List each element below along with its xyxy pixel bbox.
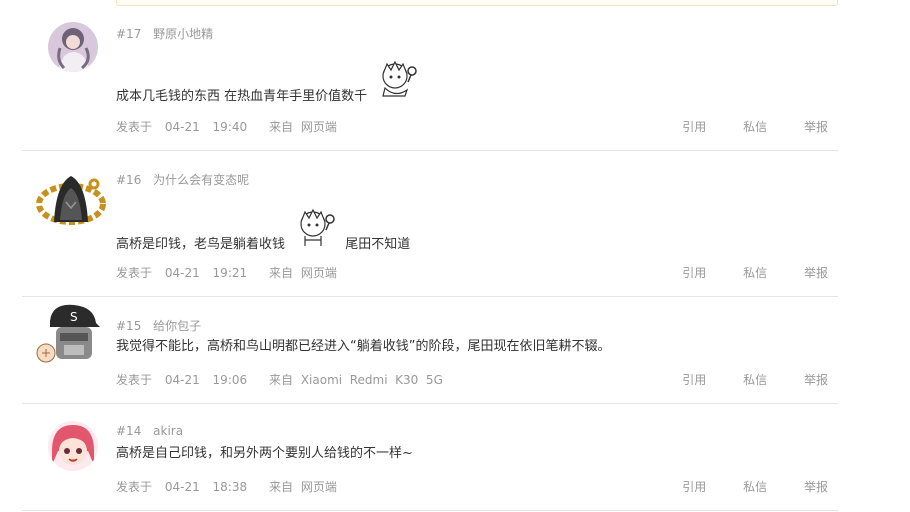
post-footer: 发表于 04-21 18:38 来自 网页端 (116, 478, 337, 495)
source-label: 来自 (268, 480, 293, 494)
post-actions: 引用 私信 举报 (649, 118, 828, 135)
post-content: 高桥是自己印钱，和另外两个要别人给钱的不一样~ (116, 444, 413, 464)
content-text-after: 尾田不知道 (345, 237, 411, 252)
content-text: 高桥是自己印钱，和另外两个要别人给钱的不一样~ (116, 446, 413, 461)
source-label: 来自 (268, 266, 293, 280)
post-content: 高桥是印钱，老鸟是躺着收钱 尾田不知道 (116, 206, 410, 255)
source-device: 网页端 (300, 120, 337, 134)
username-link[interactable]: akira (153, 424, 183, 438)
post-14: #14 akira 高桥是自己印钱，和另外两个要别人给钱的不一样~ 发表于 04… (22, 403, 838, 511)
user-avatar[interactable] (36, 170, 106, 228)
post-time: 19:21 (212, 266, 248, 280)
svg-text:S: S (70, 310, 78, 324)
post-actions: 引用 私信 举报 (649, 371, 828, 388)
content-text: 成本几毛钱的东西 在热血青年手里价值数千 (116, 89, 368, 104)
sticker-emote-icon (375, 58, 419, 107)
user-avatar[interactable] (48, 421, 98, 471)
sticker-emote-icon (293, 206, 337, 255)
post-actions: 引用 私信 举报 (649, 478, 828, 495)
username-link[interactable]: 给你包子 (153, 319, 201, 333)
user-avatar[interactable] (48, 22, 98, 72)
post-date: 04-21 (164, 120, 200, 134)
post-actions: 引用 私信 举报 (649, 264, 828, 281)
content-text: 我觉得不能比，高桥和鸟山明都已经进入“躺着收钱”的阶段，尾田现在依旧笔耕不辍。 (116, 339, 611, 354)
post-17: #17 野原小地精 成本几毛钱的东西 在热血青年手里价值数千 发表于 04-21 (22, 0, 838, 151)
post-header: #15 给你包子 (116, 317, 201, 334)
post-footer: 发表于 04-21 19:06 来自 Xiaomi Redmi K30 5G (116, 371, 443, 388)
post-content: 我觉得不能比，高桥和鸟山明都已经进入“躺着收钱”的阶段，尾田现在依旧笔耕不辍。 (116, 337, 610, 357)
message-button[interactable]: 私信 (743, 266, 767, 280)
username-link[interactable]: 野原小地精 (153, 27, 213, 41)
message-button[interactable]: 私信 (743, 480, 767, 494)
post-time: 18:38 (212, 480, 248, 494)
post-header: #17 野原小地精 (116, 25, 213, 42)
post-date: 04-21 (164, 480, 200, 494)
comment-thread: #17 野原小地精 成本几毛钱的东西 在热血青年手里价值数千 发表于 04-21 (0, 0, 910, 512)
source-device: 网页端 (300, 480, 337, 494)
post-15: S #15 给你包子 我觉得不能比，高桥和鸟山明都已经进入“躺着收钱”的阶段，尾… (22, 296, 838, 404)
floor-number[interactable]: #14 (116, 424, 141, 438)
quote-button[interactable]: 引用 (682, 266, 706, 280)
source-device: 网页端 (300, 266, 337, 280)
report-button[interactable]: 举报 (804, 480, 828, 494)
floor-number[interactable]: #17 (116, 27, 141, 41)
report-button[interactable]: 举报 (804, 373, 828, 387)
report-button[interactable]: 举报 (804, 266, 828, 280)
post-date: 04-21 (164, 373, 200, 387)
source-device: Xiaomi Redmi K30 5G (300, 373, 443, 387)
username-link[interactable]: 为什么会有变态呢 (153, 173, 249, 187)
quote-button[interactable]: 引用 (682, 373, 706, 387)
message-button[interactable]: 私信 (743, 120, 767, 134)
source-label: 来自 (268, 120, 293, 134)
posted-label: 发表于 (116, 480, 153, 494)
post-date: 04-21 (164, 266, 200, 280)
floor-number[interactable]: #15 (116, 319, 141, 333)
post-header: #14 akira (116, 424, 183, 438)
post-header: #16 为什么会有变态呢 (116, 171, 249, 188)
posted-label: 发表于 (116, 266, 153, 280)
source-label: 来自 (268, 373, 293, 387)
post-footer: 发表于 04-21 19:40 来自 网页端 (116, 118, 337, 135)
post-content: 成本几毛钱的东西 在热血青年手里价值数千 (116, 58, 419, 107)
user-avatar[interactable]: S (36, 299, 102, 365)
posted-label: 发表于 (116, 120, 153, 134)
content-text: 高桥是印钱，老鸟是躺着收钱 (116, 237, 286, 252)
post-time: 19:06 (212, 373, 248, 387)
post-footer: 发表于 04-21 19:21 来自 网页端 (116, 264, 337, 281)
floor-number[interactable]: #16 (116, 173, 141, 187)
quote-button[interactable]: 引用 (682, 120, 706, 134)
post-16: #16 为什么会有变态呢 高桥是印钱，老鸟是躺着收钱 尾田不知道 发表于 04-… (22, 150, 838, 297)
post-time: 19:40 (212, 120, 248, 134)
quote-button[interactable]: 引用 (682, 480, 706, 494)
posted-label: 发表于 (116, 373, 153, 387)
report-button[interactable]: 举报 (804, 120, 828, 134)
message-button[interactable]: 私信 (743, 373, 767, 387)
